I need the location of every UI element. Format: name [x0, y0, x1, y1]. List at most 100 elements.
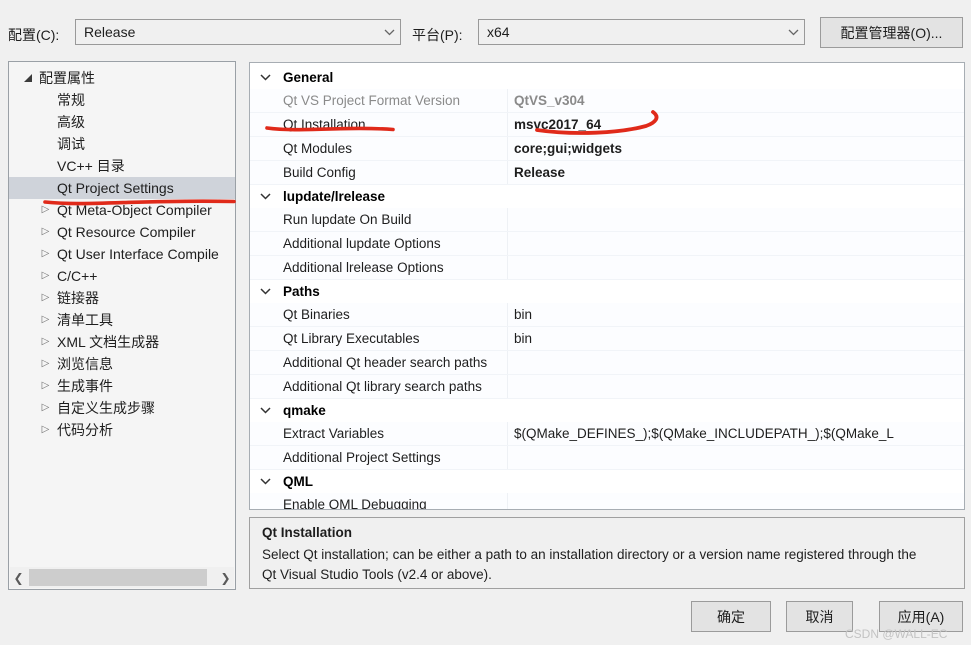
sidebar-item[interactable]: ▷ Qt User Interface Compile [9, 243, 235, 265]
property-row[interactable]: Qt VS Project Format Version QtVS_v304 [250, 89, 964, 113]
property-row[interactable]: Qt Binaries bin [250, 303, 964, 327]
collapsed-triangle-icon: ▷ [39, 403, 52, 413]
property-label: Qt Installation [250, 113, 508, 136]
chevron-down-icon [260, 193, 272, 200]
property-label: Additional lrelease Options [250, 256, 508, 279]
sidebar-item[interactable]: ▷ C/C++ [9, 265, 235, 287]
property-description-panel: Qt Installation Select Qt installation; … [249, 517, 965, 589]
sidebar-item[interactable]: ▷ 清单工具 [9, 309, 235, 331]
sidebar-item[interactable]: ▷ 生成事件 [9, 375, 235, 397]
property-group-name: General [272, 70, 333, 85]
chevron-down-icon [782, 29, 804, 36]
chevron-down-icon [260, 407, 272, 414]
property-value[interactable] [508, 232, 964, 255]
watermark: CSDN @WALL-EC [845, 627, 947, 641]
description-text: Select Qt installation; can be either a … [262, 545, 922, 584]
property-value[interactable]: msvc2017_64 [508, 113, 964, 136]
chevron-down-icon [260, 478, 272, 485]
property-value[interactable]: Release [508, 161, 964, 184]
platform-dropdown[interactable]: x64 [478, 19, 805, 45]
platform-label: 平台(P): [412, 25, 463, 45]
sidebar-item[interactable]: ▷ 链接器 [9, 287, 235, 309]
collapsed-triangle-icon: ▷ [39, 227, 52, 237]
property-label: Qt Library Executables [250, 327, 508, 350]
property-row[interactable]: Additional Qt library search paths [250, 375, 964, 399]
sidebar-item[interactable]: ▷ Qt Resource Compiler [9, 221, 235, 243]
collapsed-triangle-icon: ▷ [39, 337, 52, 347]
sidebar-item[interactable]: ▷ 浏览信息 [9, 353, 235, 375]
property-row[interactable]: Build Config Release [250, 161, 964, 185]
property-value[interactable] [508, 493, 964, 510]
collapsed-triangle-icon: ▷ [39, 205, 52, 215]
property-row[interactable]: Qt Modules core;gui;widgets [250, 137, 964, 161]
collapsed-triangle-icon: ▷ [39, 381, 52, 391]
collapsed-triangle-icon: ▷ [39, 249, 52, 259]
collapsed-triangle-icon: ▷ [39, 293, 52, 303]
scroll-left-icon[interactable]: ❮ [10, 567, 27, 588]
property-row[interactable]: Additional lupdate Options [250, 232, 964, 256]
configuration-dropdown[interactable]: Release [75, 19, 401, 45]
property-label: Additional Qt header search paths [250, 351, 508, 374]
horizontal-scrollbar[interactable]: ❮ ❯ [10, 567, 234, 588]
scrollbar-thumb[interactable] [29, 569, 207, 586]
property-value[interactable] [508, 446, 964, 469]
property-row[interactable]: Additional Project Settings [250, 446, 964, 470]
chevron-down-icon [260, 74, 272, 81]
property-label: Extract Variables [250, 422, 508, 445]
property-value[interactable] [508, 256, 964, 279]
platform-value: x64 [479, 24, 782, 40]
property-row[interactable]: Run lupdate On Build [250, 208, 964, 232]
property-value[interactable]: core;gui;widgets [508, 137, 964, 160]
sidebar-item[interactable]: ▷ XML 文档生成器 [9, 331, 235, 353]
property-label: Qt VS Project Format Version [250, 89, 508, 112]
property-value[interactable]: bin [508, 303, 964, 326]
property-pages-dialog: 配置(C): Release 平台(P): x64 配置管理器(O)... 配置… [0, 0, 971, 645]
property-label: Enable QML Debugging [250, 493, 508, 510]
cancel-button[interactable]: 取消 [786, 601, 853, 632]
collapsed-triangle-icon: ▷ [39, 359, 52, 369]
property-group-name: qmake [272, 403, 326, 418]
collapsed-triangle-icon: ▷ [39, 315, 52, 325]
sidebar-item[interactable]: ▷ 自定义生成步骤 [9, 397, 235, 419]
property-row[interactable]: Additional Qt header search paths [250, 351, 964, 375]
property-row[interactable]: Qt Library Executables bin [250, 327, 964, 351]
property-value[interactable] [508, 208, 964, 231]
ok-button[interactable]: 确定 [691, 601, 771, 632]
property-label: Build Config [250, 161, 508, 184]
property-row[interactable]: Extract Variables $(QMake_DEFINES_);$(QM… [250, 422, 964, 446]
property-row[interactable]: Additional lrelease Options [250, 256, 964, 280]
property-group-header[interactable]: lupdate/lrelease [250, 185, 964, 208]
property-value[interactable] [508, 351, 964, 374]
property-label: Qt Binaries [250, 303, 508, 326]
property-value[interactable] [508, 375, 964, 398]
property-group-name: QML [272, 474, 313, 489]
property-label: Additional lupdate Options [250, 232, 508, 255]
property-value[interactable]: $(QMake_DEFINES_);$(QMake_INCLUDEPATH_);… [508, 422, 964, 445]
property-group-header[interactable]: qmake [250, 399, 964, 422]
sidebar-item[interactable]: VC++ 目录 [9, 155, 235, 177]
sidebar-item[interactable]: 常规 [9, 89, 235, 111]
property-group-header[interactable]: Paths [250, 280, 964, 303]
property-label: Additional Qt library search paths [250, 375, 508, 398]
sidebar-item[interactable]: ▷ 代码分析 [9, 419, 235, 441]
property-group-header[interactable]: General [250, 66, 964, 89]
scroll-right-icon[interactable]: ❯ [217, 567, 234, 588]
property-group-header[interactable]: QML [250, 470, 964, 493]
property-label: Qt Modules [250, 137, 508, 160]
configuration-manager-button[interactable]: 配置管理器(O)... [820, 17, 963, 48]
collapsed-triangle-icon: ▷ [39, 425, 52, 435]
property-row[interactable]: Qt Installation msvc2017_64 [250, 113, 964, 137]
sidebar-item[interactable]: Qt Project Settings [9, 177, 235, 199]
sidebar-item[interactable]: 高级 [9, 111, 235, 133]
property-row[interactable]: Enable QML Debugging [250, 493, 964, 510]
chevron-down-icon [260, 288, 272, 295]
property-group-name: lupdate/lrelease [272, 189, 385, 204]
chevron-down-icon [378, 29, 400, 36]
property-value[interactable]: QtVS_v304 [508, 89, 964, 112]
property-value[interactable]: bin [508, 327, 964, 350]
sidebar-item[interactable]: 配置属性 [9, 67, 235, 89]
scrollbar-track[interactable] [27, 567, 217, 588]
configuration-label: 配置(C): [8, 25, 59, 45]
sidebar-item[interactable]: 调试 [9, 133, 235, 155]
sidebar-item[interactable]: ▷ Qt Meta-Object Compiler [9, 199, 235, 221]
